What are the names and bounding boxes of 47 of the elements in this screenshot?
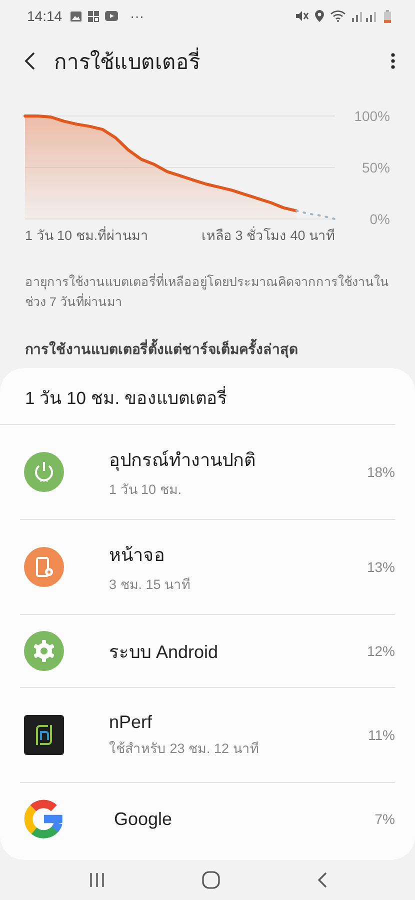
battery-icon — [384, 10, 391, 22]
back-icon — [316, 872, 326, 888]
gallery-icon — [70, 10, 82, 22]
item-percent: 13% — [366, 559, 395, 575]
item-duration: ใช้สำหรับ 23 ชม. 12 นาที — [109, 740, 260, 758]
item-percent: 12% — [366, 643, 395, 659]
mute-icon — [295, 10, 309, 22]
usage-item[interactable]: nPerf ใช้สำหรับ 23 ชม. 12 นาที 11% — [20, 688, 395, 783]
app-icon — [24, 715, 64, 755]
more-notifications: ··· — [130, 8, 144, 24]
item-name: หน้าจอ — [109, 544, 166, 566]
item-name: nPerf — [109, 712, 154, 732]
usage-item[interactable]: หน้าจอ 3 ชม. 15 นาที 13% — [20, 520, 395, 615]
axis-label: 100% — [354, 108, 390, 124]
axis-label: 50% — [362, 160, 390, 176]
axis-label: เหลือ 3 ชั่วโมง 40 นาที — [201, 225, 335, 245]
recents-icon — [88, 873, 104, 887]
video-icon — [105, 11, 118, 21]
axis-label: 0% — [370, 211, 390, 227]
power-icon — [24, 452, 64, 492]
signal-icon — [352, 10, 378, 22]
usage-item[interactable]: อุปกรณ์ทำงานปกติ 1 วัน 10 ชม. 18% — [20, 425, 395, 520]
gear-icon — [24, 631, 64, 671]
item-percent: 7% — [374, 811, 395, 827]
item-name: ระบบ Android — [109, 640, 220, 664]
status-time: 14:14 — [27, 8, 62, 24]
home-icon — [202, 871, 220, 889]
usage-item[interactable]: Google 7% — [20, 783, 395, 855]
google-icon — [24, 799, 64, 839]
card-title: 1 วัน 10 ชม. ของแบตเตอรี่ — [0, 368, 395, 425]
wifi-icon — [330, 10, 346, 22]
page-title: การใช้แบตเตอรี่ — [54, 44, 387, 78]
grid-icon — [88, 10, 100, 22]
item-percent: 18% — [366, 464, 395, 480]
item-duration: 1 วัน 10 ชม. — [109, 480, 183, 498]
screen-icon — [24, 547, 64, 587]
item-name: อุปกรณ์ทำงานปกติ — [109, 448, 257, 473]
item-duration: 3 ชม. 15 นาที — [109, 576, 192, 594]
projection-line — [295, 210, 336, 220]
item-name: Google — [114, 808, 174, 830]
section-title: การใช้งานแบตเตอรี่ตั้งแต่ชาร์จเต็มครั้งล่าสุด — [25, 338, 390, 360]
more-icon — [391, 53, 395, 69]
item-percent: 11% — [368, 727, 395, 743]
estimate-note: อายุการใช้งานแบตเตอรี่ที่เหลืออยู่โดยประมาณคิดจากการใช้งานใน ช่วง 7 วันที่ผ่านมา — [25, 272, 390, 311]
usage-item[interactable]: ระบบ Android 12% — [20, 615, 395, 688]
location-icon — [315, 10, 324, 22]
axis-label: 1 วัน 10 ชม.ที่ผ่านมา — [25, 225, 149, 245]
